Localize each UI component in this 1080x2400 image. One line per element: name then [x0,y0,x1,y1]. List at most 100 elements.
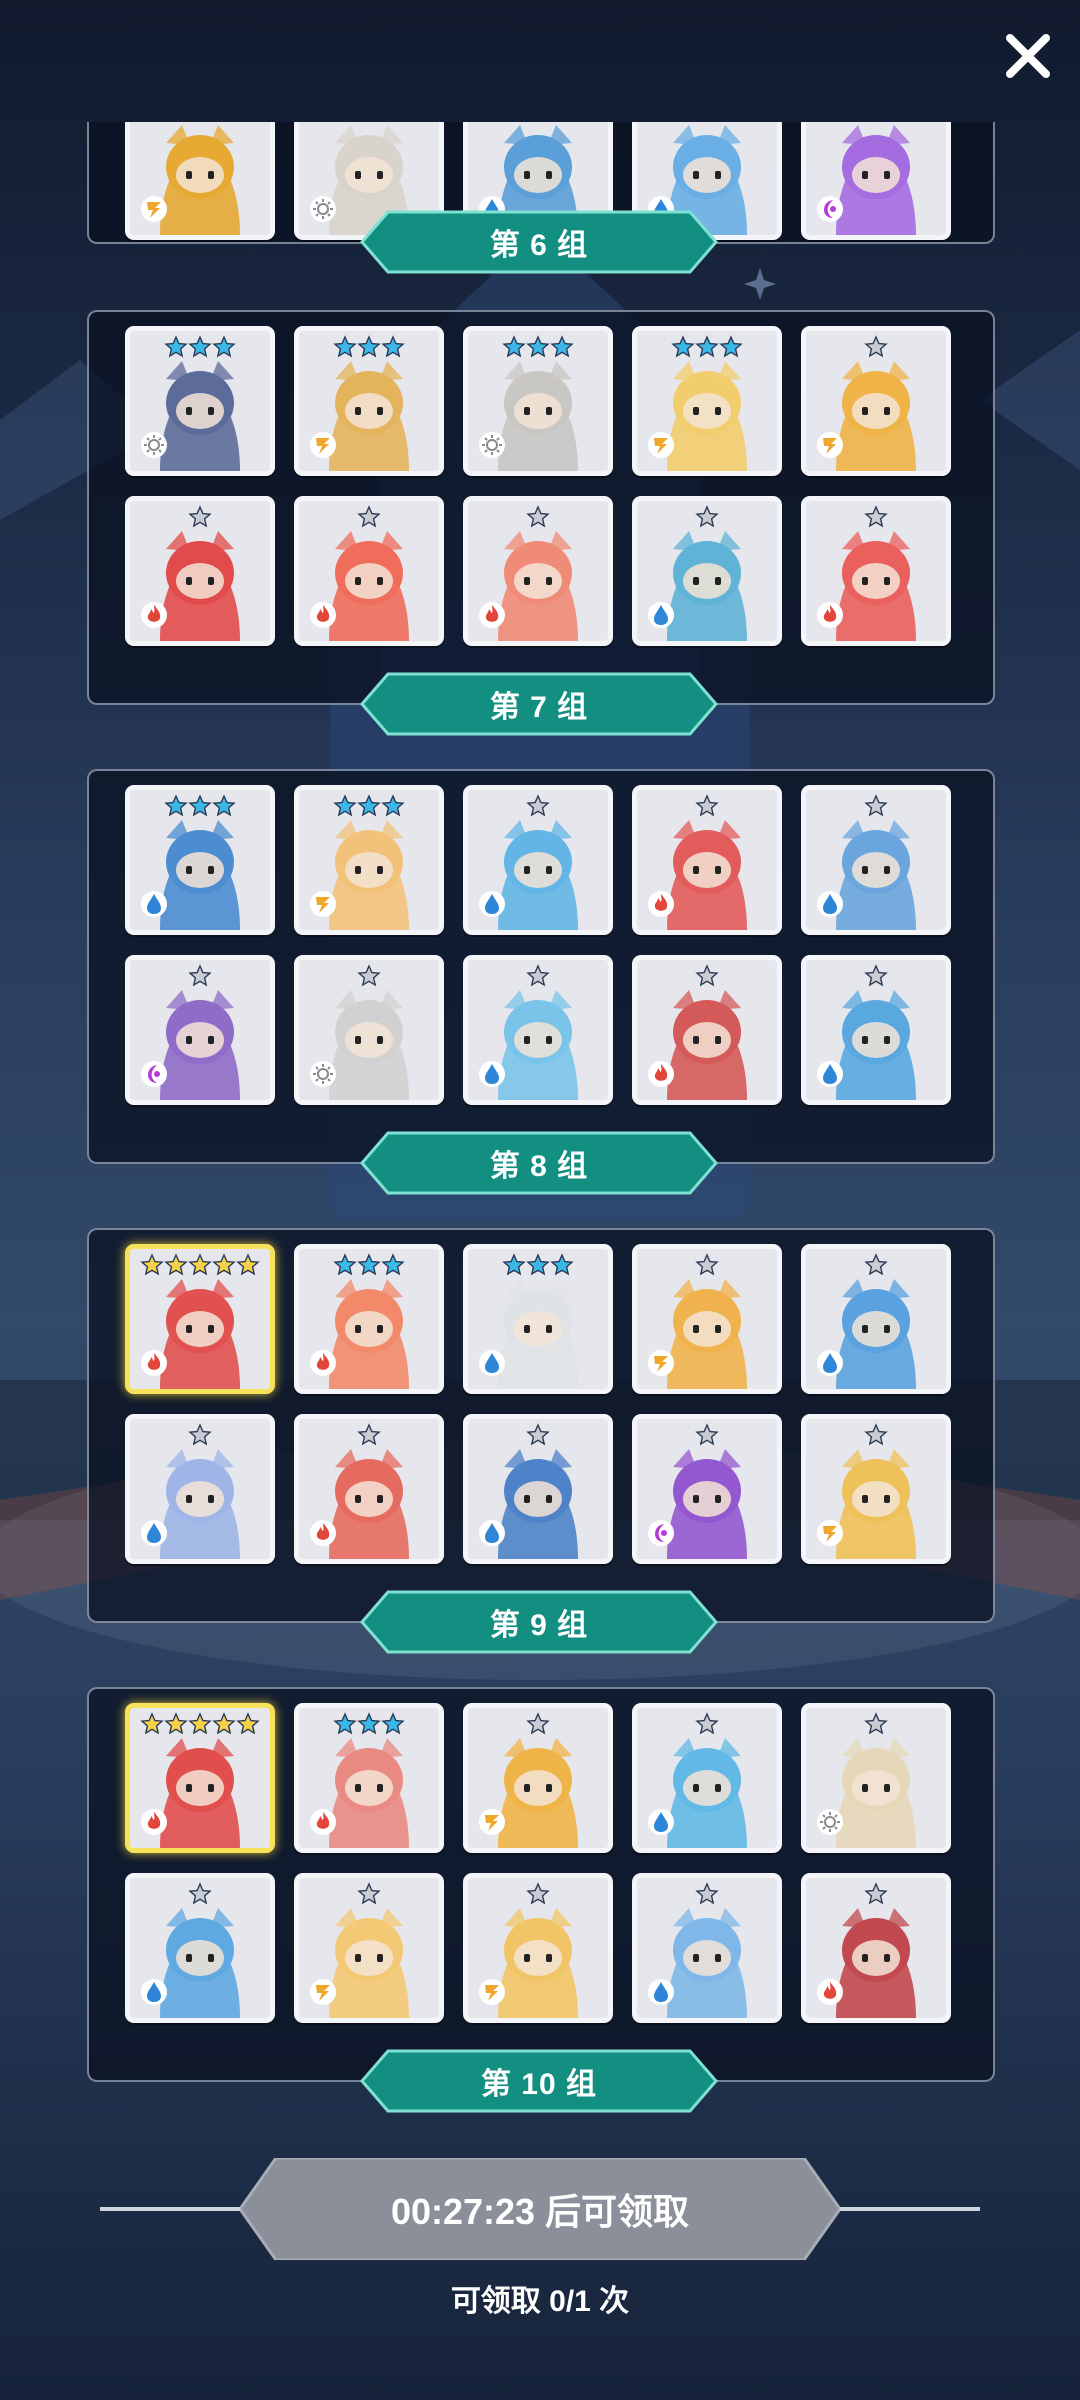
star-icon [236,1253,260,1276]
dark-element-icon [140,1060,168,1088]
star-icon [188,1712,212,1735]
star-rating [299,964,439,988]
hero-card[interactable] [294,955,444,1105]
star-rating [806,1882,946,1906]
close-icon [1006,34,1050,78]
hero-card[interactable] [801,1703,951,1853]
hero-card[interactable] [632,1703,782,1853]
hero-card[interactable] [463,955,613,1105]
star-rating [299,794,439,818]
hero-card[interactable] [801,955,951,1105]
star-icon [864,964,888,987]
water-element-icon [647,1978,675,2006]
hero-card[interactable] [632,785,782,935]
star-icon [188,794,212,817]
hero-card[interactable] [125,496,275,646]
water-element-icon [816,890,844,918]
star-icon [526,1882,550,1905]
hero-card[interactable] [801,496,951,646]
star-icon [357,794,381,817]
group-label-text: 第 10 组 [480,2068,598,2101]
fire-element-icon [140,1349,168,1377]
water-element-icon [478,1060,506,1088]
hero-card[interactable] [801,326,951,476]
group-panel [87,769,995,1164]
hero-card[interactable] [801,1873,951,2023]
lightning-element-icon [816,1519,844,1547]
group-panel [87,1687,995,2082]
hero-card[interactable] [294,496,444,646]
hero-card[interactable] [125,1703,275,1853]
lightning-element-icon [647,1349,675,1377]
star-icon [188,505,212,528]
hero-card[interactable] [632,1414,782,1564]
light-element-icon [140,431,168,459]
star-rating [130,335,270,359]
card-row [125,955,951,1105]
hero-card[interactable] [632,496,782,646]
light-element-icon [816,1808,844,1836]
hero-card[interactable] [463,1873,613,2023]
claim-count-text: 可领取 0/1 次 [450,2285,630,2318]
water-element-icon [140,1519,168,1547]
hero-card[interactable] [463,326,613,476]
water-element-icon [647,601,675,629]
close-button[interactable] [1000,28,1056,84]
light-element-icon [478,431,506,459]
star-icon [333,1253,357,1276]
group-label: 第 10 组 [360,2049,718,2113]
hero-card[interactable] [632,1873,782,2023]
star-icon [381,335,405,358]
hero-card[interactable] [632,1244,782,1394]
hero-card[interactable] [294,1703,444,1853]
card-row [125,1244,951,1394]
hero-card[interactable] [463,1414,613,1564]
hero-card[interactable] [125,1244,275,1394]
hero-card[interactable] [125,1414,275,1564]
hero-card[interactable] [294,1873,444,2023]
star-icon [164,1253,188,1276]
claim-timer-button[interactable]: 00:27:23 后可领取 [240,2158,840,2260]
star-icon [864,1882,888,1905]
hero-card[interactable] [294,326,444,476]
group-label-text: 第 9 组 [489,1609,589,1642]
star-icon [188,1253,212,1276]
star-rating [468,505,608,529]
hero-card[interactable] [125,122,275,240]
lightning-element-icon [478,1808,506,1836]
hero-card[interactable] [463,1703,613,1853]
fire-element-icon [140,1808,168,1836]
hero-card[interactable] [801,1244,951,1394]
light-element-icon [309,195,337,223]
lightning-element-icon [309,431,337,459]
hero-card[interactable] [125,955,275,1105]
hero-card[interactable] [463,785,613,935]
star-icon [526,1253,550,1276]
hero-card[interactable] [125,785,275,935]
hero-card[interactable] [632,955,782,1105]
hero-card[interactable] [801,122,951,240]
star-icon [502,335,526,358]
hero-card[interactable] [463,1244,613,1394]
fire-element-icon [309,1349,337,1377]
star-rating [806,794,946,818]
star-icon [526,964,550,987]
hero-card[interactable] [463,496,613,646]
hero-card[interactable] [125,1873,275,2023]
card-row [125,496,951,646]
star-icon [526,1423,550,1446]
group-panel [87,310,995,705]
hero-card[interactable] [632,326,782,476]
star-rating [468,1253,608,1277]
hero-card[interactable] [801,1414,951,1564]
hero-card[interactable] [801,785,951,935]
water-element-icon [478,1349,506,1377]
hero-card[interactable] [294,1414,444,1564]
star-icon [864,1423,888,1446]
star-icon [695,505,719,528]
hero-card[interactable] [294,785,444,935]
star-rating [299,1712,439,1736]
hero-card[interactable] [125,326,275,476]
fire-element-icon [816,601,844,629]
hero-card[interactable] [294,1244,444,1394]
